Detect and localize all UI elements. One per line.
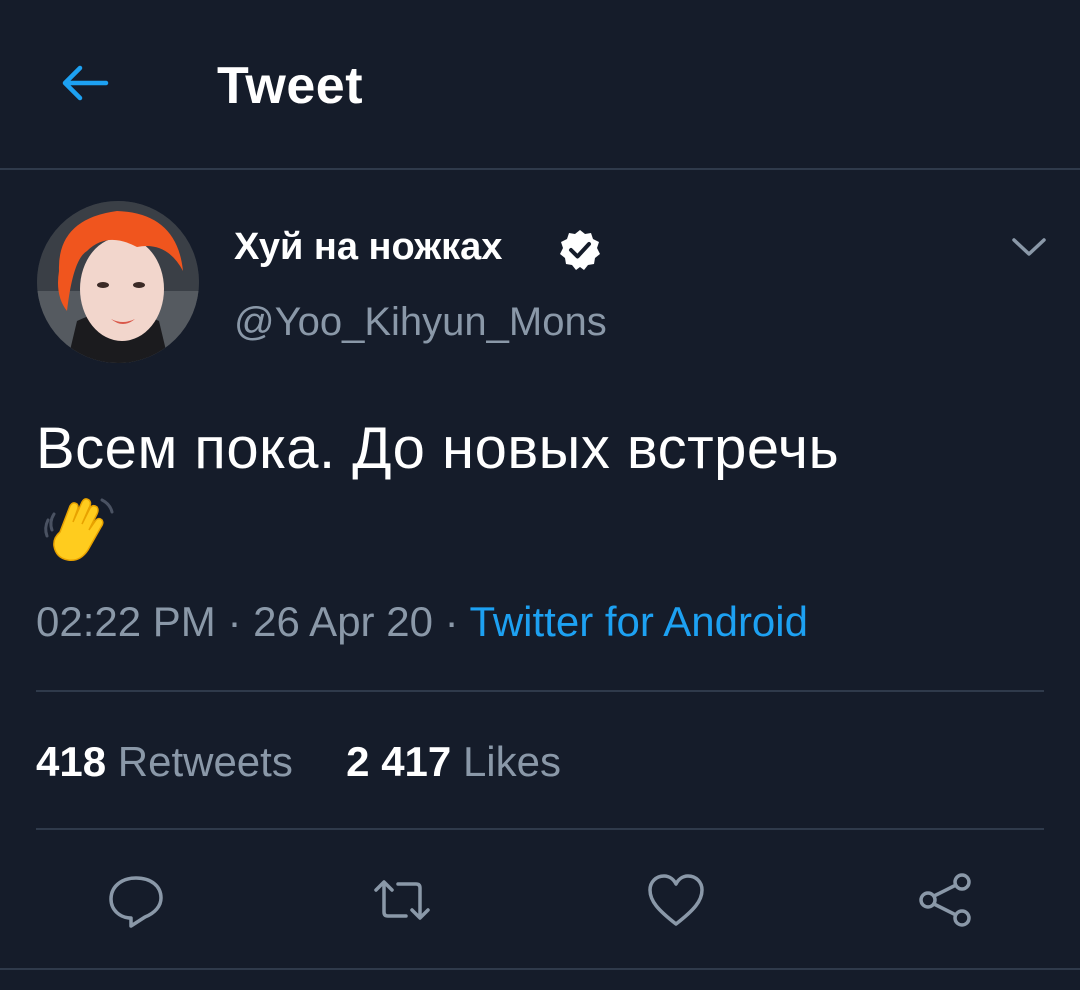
tweet-actions <box>0 858 1080 938</box>
app-header: Tweet <box>0 0 1080 170</box>
back-arrow-icon <box>62 65 109 101</box>
tweet-date: 26 Apr 20 <box>253 598 433 645</box>
tweet-stats: 418 Retweets 2 417 Likes <box>36 738 561 786</box>
likes-label: Likes <box>462 738 562 785</box>
reply-icon[interactable] <box>104 868 168 932</box>
chevron-down-icon[interactable] <box>1008 230 1050 264</box>
author-handle[interactable]: @Yoo_Kihyun_Mons <box>234 300 607 345</box>
divider <box>0 968 1080 970</box>
back-button[interactable] <box>54 58 114 108</box>
retweets-label: Retweets <box>117 738 293 785</box>
tweet-meta: 02:22 PM · 26 Apr 20 · Twitter for Andro… <box>36 598 808 646</box>
verified-badge-icon <box>560 230 600 270</box>
divider <box>36 828 1044 830</box>
likes-count: 2 417 <box>346 738 452 785</box>
retweets-stat[interactable]: 418 Retweets <box>36 738 293 785</box>
meta-separator: · <box>215 598 254 645</box>
tweet-source-link[interactable]: Twitter for Android <box>470 598 808 645</box>
divider <box>36 690 1044 692</box>
retweets-count: 418 <box>36 738 107 785</box>
tweet-time: 02:22 PM <box>36 598 216 645</box>
waving-hand-icon <box>44 498 114 562</box>
share-icon[interactable] <box>914 868 978 932</box>
like-icon[interactable] <box>644 868 708 932</box>
avatar-image <box>37 201 199 363</box>
author-display-name[interactable]: Хуй на ножках <box>234 226 502 269</box>
meta-separator: · <box>432 598 470 645</box>
avatar[interactable] <box>37 201 199 363</box>
retweet-icon[interactable] <box>370 868 434 932</box>
likes-stat[interactable]: 2 417 Likes <box>346 738 561 785</box>
tweet-text: Всем пока. До новых встречь <box>36 416 840 481</box>
page-title: Tweet <box>217 57 364 115</box>
